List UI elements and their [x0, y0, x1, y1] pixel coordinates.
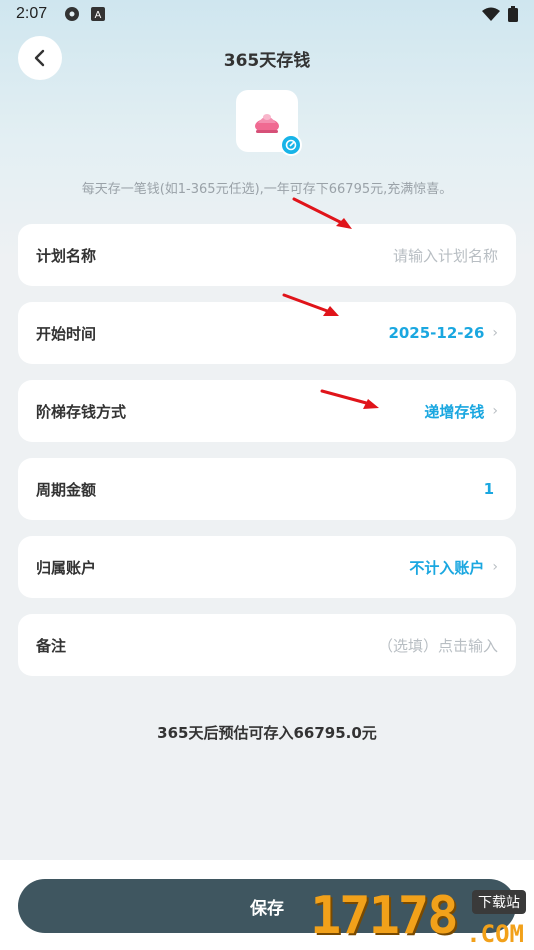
- page-title: 365天存钱: [223, 51, 311, 71]
- edit-icon-badge[interactable]: [280, 134, 302, 156]
- start-time-value[interactable]: 2025-12-26: [388, 324, 484, 342]
- svg-text:A: A: [95, 10, 102, 21]
- period-amount-label: 周期金额: [36, 480, 97, 499]
- wifi-icon: [482, 7, 500, 21]
- chevron-right-icon: ›: [492, 403, 498, 419]
- settings-gear-icon: [65, 7, 80, 21]
- note-input[interactable]: （选填）点击输入: [378, 635, 498, 656]
- status-bar: 2:07 A: [0, 0, 534, 28]
- account-row[interactable]: 归属账户 不计入账户 ›: [18, 536, 516, 598]
- chevron-right-icon: ›: [492, 559, 498, 575]
- watermark-digits: 17178: [310, 886, 459, 946]
- plan-name-label: 计划名称: [36, 246, 97, 265]
- plan-name-row[interactable]: 计划名称 请输入计划名称: [18, 224, 516, 286]
- account-value[interactable]: 不计入账户: [409, 557, 484, 578]
- estimate-text: 365天后预估可存入66795.0元: [157, 724, 377, 742]
- hint-text: 每天存一笔钱(如1-365元任选),一年可存下66795元,充满惊喜。: [81, 182, 453, 197]
- ladder-mode-row[interactable]: 阶梯存钱方式 递增存钱 ›: [18, 380, 516, 442]
- piggy-bank-icon: [255, 114, 279, 133]
- start-time-label: 开始时间: [36, 324, 97, 343]
- status-icons-right: [482, 6, 518, 22]
- ladder-mode-value[interactable]: 递增存钱: [424, 401, 484, 422]
- start-time-row[interactable]: 开始时间 2025-12-26 ›: [18, 302, 516, 364]
- account-label: 归属账户: [36, 558, 97, 577]
- period-amount-input[interactable]: 1: [484, 480, 494, 498]
- annotation-arrow: [292, 197, 352, 229]
- note-row[interactable]: 备注 （选填）点击输入: [18, 614, 516, 676]
- app-a-icon: A: [91, 7, 106, 21]
- watermark-com: .COM: [466, 920, 524, 948]
- note-label: 备注: [36, 636, 67, 655]
- watermark-tag: 下载站: [472, 890, 526, 914]
- annotation-arrow: [320, 389, 379, 409]
- period-amount-row[interactable]: 周期金额 1: [18, 458, 516, 520]
- status-icons-left: A: [63, 5, 106, 23]
- annotation-arrow: [282, 293, 339, 316]
- plan-name-input[interactable]: 请输入计划名称: [393, 245, 498, 266]
- ladder-mode-label: 阶梯存钱方式: [36, 402, 127, 421]
- chevron-right-icon: ›: [492, 325, 498, 341]
- edit-icon: [285, 139, 297, 151]
- battery-icon: [508, 6, 518, 22]
- status-time: 2:07: [16, 5, 48, 22]
- watermark-logo: 17178 下载站 .COM: [310, 880, 532, 950]
